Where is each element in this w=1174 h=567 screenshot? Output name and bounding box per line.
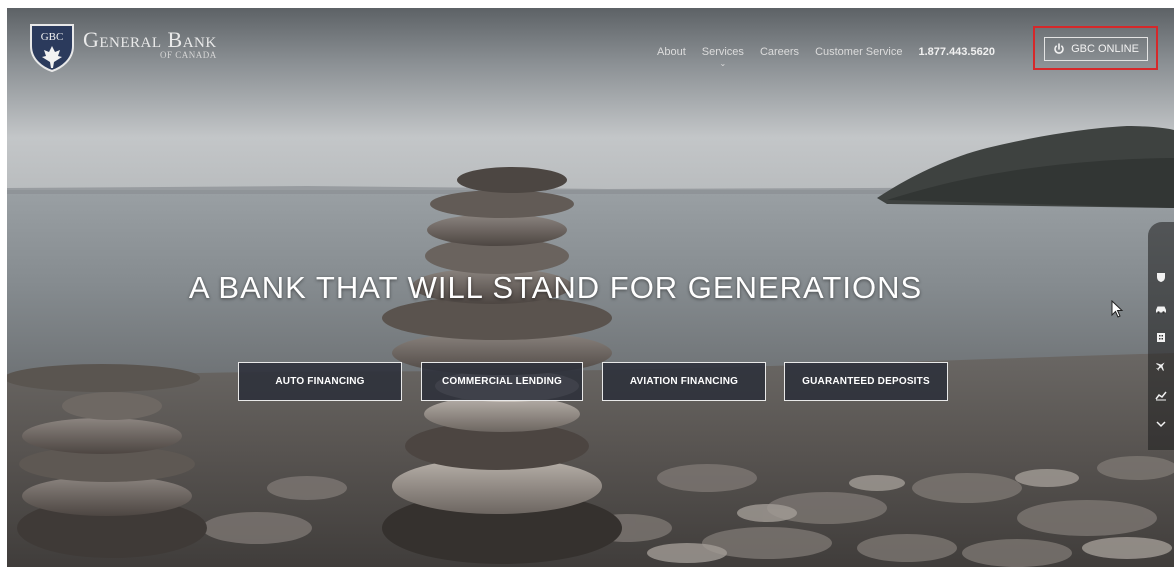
main-nav: About Services ⌄ Careers Customer Servic…: [657, 46, 995, 68]
hero-headline: A BANK THAT WILL STAND FOR GENERATIONS: [188, 270, 923, 305]
chevron-down-icon[interactable]: [1156, 420, 1166, 428]
nav-link-careers[interactable]: Careers: [760, 46, 799, 58]
bank-shield-logo-icon: GBC: [30, 24, 74, 72]
shield-icon[interactable]: [1155, 271, 1167, 283]
mouse-cursor-icon: [1111, 300, 1124, 318]
auto-financing-button[interactable]: AUTO FINANCING: [238, 362, 402, 401]
nav-link-services[interactable]: Services ⌄: [702, 46, 744, 68]
commercial-lending-button[interactable]: COMMERCIAL LENDING: [421, 362, 583, 401]
aviation-financing-button[interactable]: AVIATION FINANCING: [602, 362, 766, 401]
nav-link-about[interactable]: About: [657, 46, 686, 58]
car-icon[interactable]: [1155, 303, 1167, 315]
gbc-online-label: GBC ONLINE: [1071, 43, 1139, 55]
power-icon: [1054, 43, 1064, 54]
nav-phone-number[interactable]: 1.877.443.5620: [918, 46, 994, 58]
building-icon[interactable]: [1155, 331, 1167, 343]
top-navigation-bar: GBC General Bank OF CANADA About Service…: [7, 8, 1174, 100]
plane-icon[interactable]: [1155, 360, 1167, 372]
nav-services-label: Services: [701, 46, 744, 58]
logo-badge-text: GBC: [41, 31, 64, 43]
gbc-online-button[interactable]: GBC ONLINE: [1044, 37, 1148, 61]
logo-text: General Bank OF CANADA: [83, 27, 217, 61]
page: GBC General Bank OF CANADA About Service…: [0, 0, 1174, 567]
chart-icon[interactable]: [1155, 389, 1167, 401]
nav-link-customer-service[interactable]: Customer Service: [815, 46, 902, 58]
logo-bank-name: General Bank: [83, 27, 217, 52]
hero-banner: GBC General Bank OF CANADA About Service…: [7, 8, 1174, 567]
chevron-down-icon: ⌄: [719, 59, 727, 68]
guaranteed-deposits-button[interactable]: GUARANTEED DEPOSITS: [784, 362, 948, 401]
bank-logo[interactable]: GBC General Bank OF CANADA: [29, 22, 217, 72]
